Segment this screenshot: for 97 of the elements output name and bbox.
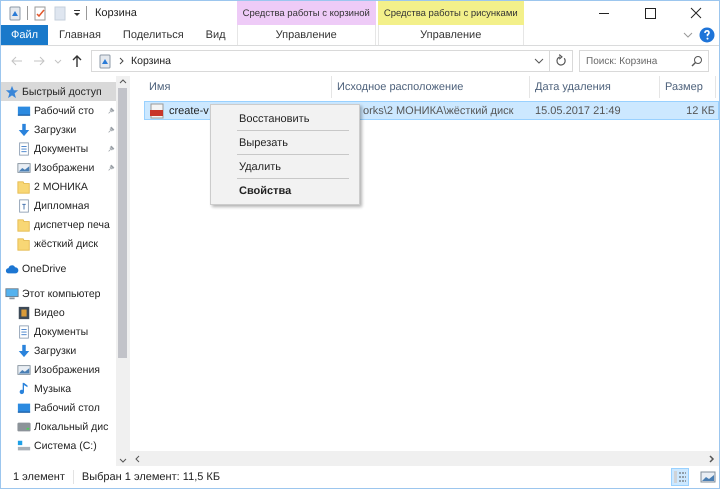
breadcrumb-item[interactable]: Корзина xyxy=(131,55,171,67)
image-icon xyxy=(17,362,31,376)
menu-item[interactable]: Вырезать xyxy=(211,132,359,153)
table-cell-text: orks\2 МОНИКА\жёсткий диск xyxy=(362,104,514,116)
refresh-icon[interactable] xyxy=(549,50,573,72)
table-cell-text: 15.05.2017 21:49 xyxy=(534,104,622,116)
column-header[interactable]: Дата удаления xyxy=(530,76,660,98)
window-title: Корзина xyxy=(95,7,137,19)
textfile-icon xyxy=(17,198,31,212)
pin-icon[interactable] xyxy=(107,164,115,172)
menu-item[interactable]: Удалить xyxy=(211,156,359,177)
drive-icon xyxy=(17,420,31,434)
sidebar-item[interactable]: диспетчер печа xyxy=(1,215,116,234)
sidebar-item[interactable]: жёсткий диск xyxy=(1,234,116,253)
sidebar-item[interactable]: 2 МОНИКА xyxy=(1,177,116,196)
sidebar-item[interactable]: Изображени xyxy=(1,158,116,177)
help-icon[interactable] xyxy=(699,27,715,43)
table-cell-text: 12 КБ xyxy=(685,104,716,116)
download-icon xyxy=(17,122,31,136)
sidebar-item[interactable]: Документы xyxy=(1,139,116,158)
column-header[interactable]: Имя xyxy=(144,76,332,98)
sidebar-label: Изображени xyxy=(34,162,94,174)
sidebar-item[interactable]: Документы xyxy=(1,322,116,341)
pin-icon[interactable] xyxy=(107,106,115,114)
desktop-icon xyxy=(17,104,31,118)
context-tab-header: Средства работы с корзиной xyxy=(236,1,376,25)
sidebar-label: 2 МОНИКА xyxy=(34,180,88,192)
sidebar-item[interactable]: Загрузки xyxy=(1,120,116,139)
sidebar-item[interactable]: Локальный дис xyxy=(1,417,116,436)
ribbon-tab[interactable]: Вид xyxy=(194,25,237,45)
file-tab[interactable]: Файл xyxy=(1,25,48,45)
ribbon-tab[interactable]: Главная xyxy=(48,25,112,45)
sidebar-label: Загрузки xyxy=(34,124,76,136)
sidebar-item[interactable]: Изображения xyxy=(1,360,116,379)
sidebar-item[interactable]: Система (C:) xyxy=(1,436,116,455)
video-icon xyxy=(17,306,31,320)
sidebar-label: Рабочий сто xyxy=(34,104,94,116)
desktop-icon xyxy=(17,400,31,414)
context-tab-header: Средства работы с рисунками xyxy=(378,1,524,25)
computer-icon xyxy=(5,286,19,300)
scroll-thumb[interactable] xyxy=(118,88,127,358)
sidebar-label: Этот компьютер xyxy=(22,288,101,300)
column-header[interactable]: Исходное расположение xyxy=(332,76,530,98)
details-view-button[interactable] xyxy=(671,468,689,486)
dropdown-chevron-icon[interactable] xyxy=(534,56,544,66)
document-icon xyxy=(17,324,31,338)
sidebar-label: Документы xyxy=(34,326,88,338)
ribbon-tab[interactable]: Поделиться xyxy=(112,25,195,45)
horizontal-scrollbar[interactable] xyxy=(130,451,719,466)
expand-ribbon-icon[interactable] xyxy=(683,30,693,40)
png-file-icon xyxy=(149,102,165,118)
ribbon-tab[interactable]: Управление xyxy=(378,25,524,45)
folder-icon xyxy=(17,180,31,194)
sidebar-label: Документы xyxy=(34,142,88,154)
customize-caret-icon[interactable] xyxy=(72,8,82,18)
pin-icon[interactable] xyxy=(107,144,115,152)
vertical-scrollbar[interactable] xyxy=(116,76,129,466)
pin-icon[interactable] xyxy=(107,126,115,134)
system-icon xyxy=(17,438,31,452)
file-name: create-v xyxy=(169,104,209,116)
sidebar-label: Система (C:) xyxy=(34,440,97,452)
item-count: 1 элемент xyxy=(13,471,65,483)
search-icon[interactable] xyxy=(691,55,703,67)
sidebar-item[interactable]: Музыка xyxy=(1,379,116,398)
sidebar-item[interactable]: Видео xyxy=(1,303,116,322)
sidebar-label: Загрузки xyxy=(34,344,76,356)
menu-item[interactable]: Свойства xyxy=(211,180,359,201)
sidebar-label: жёсткий диск xyxy=(34,238,98,250)
ribbon-tab[interactable]: Управление xyxy=(236,25,376,45)
address-bar[interactable]: Корзина xyxy=(91,50,550,72)
star-icon xyxy=(5,84,19,98)
search-field[interactable]: Поиск: Корзина xyxy=(579,50,709,72)
image-icon xyxy=(17,160,31,174)
selection-info: Выбран 1 элемент: 11,5 КБ xyxy=(82,471,220,483)
sidebar-item[interactable]: OneDrive xyxy=(1,259,116,278)
sidebar-label: Быстрый доступ xyxy=(22,86,102,98)
folder-icon xyxy=(17,218,31,232)
breadcrumb-chevron-icon xyxy=(118,57,126,65)
sidebar-label: Музыка xyxy=(34,382,72,394)
document-icon xyxy=(17,142,31,156)
sidebar-label: OneDrive xyxy=(22,262,66,274)
sidebar-label: диспетчер печа xyxy=(34,218,110,230)
sidebar-label: Рабочий стол xyxy=(34,402,100,414)
sidebar-item[interactable]: Рабочий стол xyxy=(1,398,116,417)
download-icon xyxy=(17,344,31,358)
sidebar-item[interactable]: Загрузки xyxy=(1,341,116,360)
sidebar-item[interactable]: Быстрый доступ xyxy=(1,82,116,101)
properties-icon[interactable] xyxy=(32,5,48,21)
sidebar-label: Видео xyxy=(34,306,65,318)
sidebar-label: Изображения xyxy=(34,364,100,376)
sidebar-item[interactable]: Рабочий сто xyxy=(1,101,116,120)
sidebar-item[interactable]: Дипломная xyxy=(1,196,116,215)
folder-icon xyxy=(17,236,31,250)
column-header[interactable]: Размер xyxy=(660,76,716,98)
sidebar-item[interactable]: Этот компьютер xyxy=(1,284,116,303)
sidebar-label: Дипломная xyxy=(34,200,90,212)
sidebar-label: Локальный дис xyxy=(34,420,108,432)
